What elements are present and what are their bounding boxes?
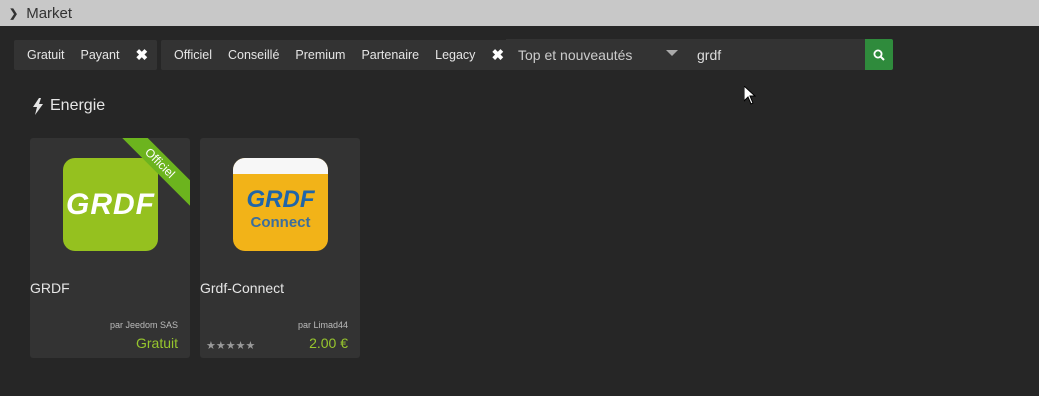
rating-stars: ★★★★★ (206, 339, 255, 352)
category-title: Energie (50, 97, 106, 114)
plugin-author: par Jeedom SAS (109, 320, 178, 330)
filter-partenaire[interactable]: Partenaire (353, 40, 427, 70)
plugin-name: Grdf-Connect (200, 280, 285, 296)
search-button[interactable] (865, 39, 893, 70)
type-filter-group: Officiel Conseillé Premium Partenaire Le… (161, 40, 514, 70)
caret-down-icon (666, 50, 678, 56)
plugin-card-grdf-connect[interactable]: GRDF Connect Grdf-Connect par Limad44 ★★… (200, 138, 360, 358)
logo-top-band (233, 158, 328, 174)
sort-selected-value: Top et nouveautés (518, 46, 633, 63)
market-header[interactable]: ❯ Market (0, 0, 1039, 26)
plugin-author: par Limad44 (297, 320, 348, 330)
page-title: Market (26, 4, 73, 22)
clear-type-filter-icon[interactable]: ✖ (483, 46, 508, 64)
mouse-cursor-icon (744, 86, 756, 105)
filter-bar: Gratuit Payant ✖ Officiel Conseillé Prem… (14, 40, 517, 70)
clear-price-filter-icon[interactable]: ✖ (127, 46, 152, 64)
star-icon: ★ (215, 340, 226, 352)
sort-select[interactable]: Top et nouveautés (506, 39, 686, 70)
star-icon: ★ (206, 340, 216, 352)
star-icon: ★ (235, 340, 246, 352)
plugin-logo: GRDF Connect (233, 158, 328, 251)
filter-conseille[interactable]: Conseillé (220, 40, 287, 70)
search-icon (873, 49, 885, 61)
plugin-name: GRDF (30, 280, 70, 296)
bolt-icon (33, 97, 43, 115)
price-filter-group: Gratuit Payant ✖ (14, 40, 158, 70)
plugin-price: Gratuit (135, 335, 178, 351)
filter-payant[interactable]: Payant (73, 40, 128, 70)
logo-subtext: Connect (250, 214, 311, 231)
logo-text: GRDF (246, 186, 315, 213)
plugin-card-grdf[interactable]: GRDF Officiel GRDF par Jeedom SAS Gratui… (30, 138, 190, 358)
search-input[interactable] (686, 39, 865, 70)
filter-officiel[interactable]: Officiel (166, 40, 220, 70)
star-icon: ★ (245, 340, 256, 352)
category-heading: Energie (32, 97, 105, 115)
plugin-logo: GRDF (63, 158, 158, 251)
filter-gratuit[interactable]: Gratuit (19, 40, 73, 70)
filter-premium[interactable]: Premium (287, 40, 353, 70)
logo-text: GRDF (66, 187, 155, 221)
chevron-right-icon: ❯ (9, 7, 19, 20)
plugin-price: 2.00 € (309, 335, 348, 351)
star-icon: ★ (225, 340, 236, 352)
filter-legacy[interactable]: Legacy (427, 40, 483, 70)
